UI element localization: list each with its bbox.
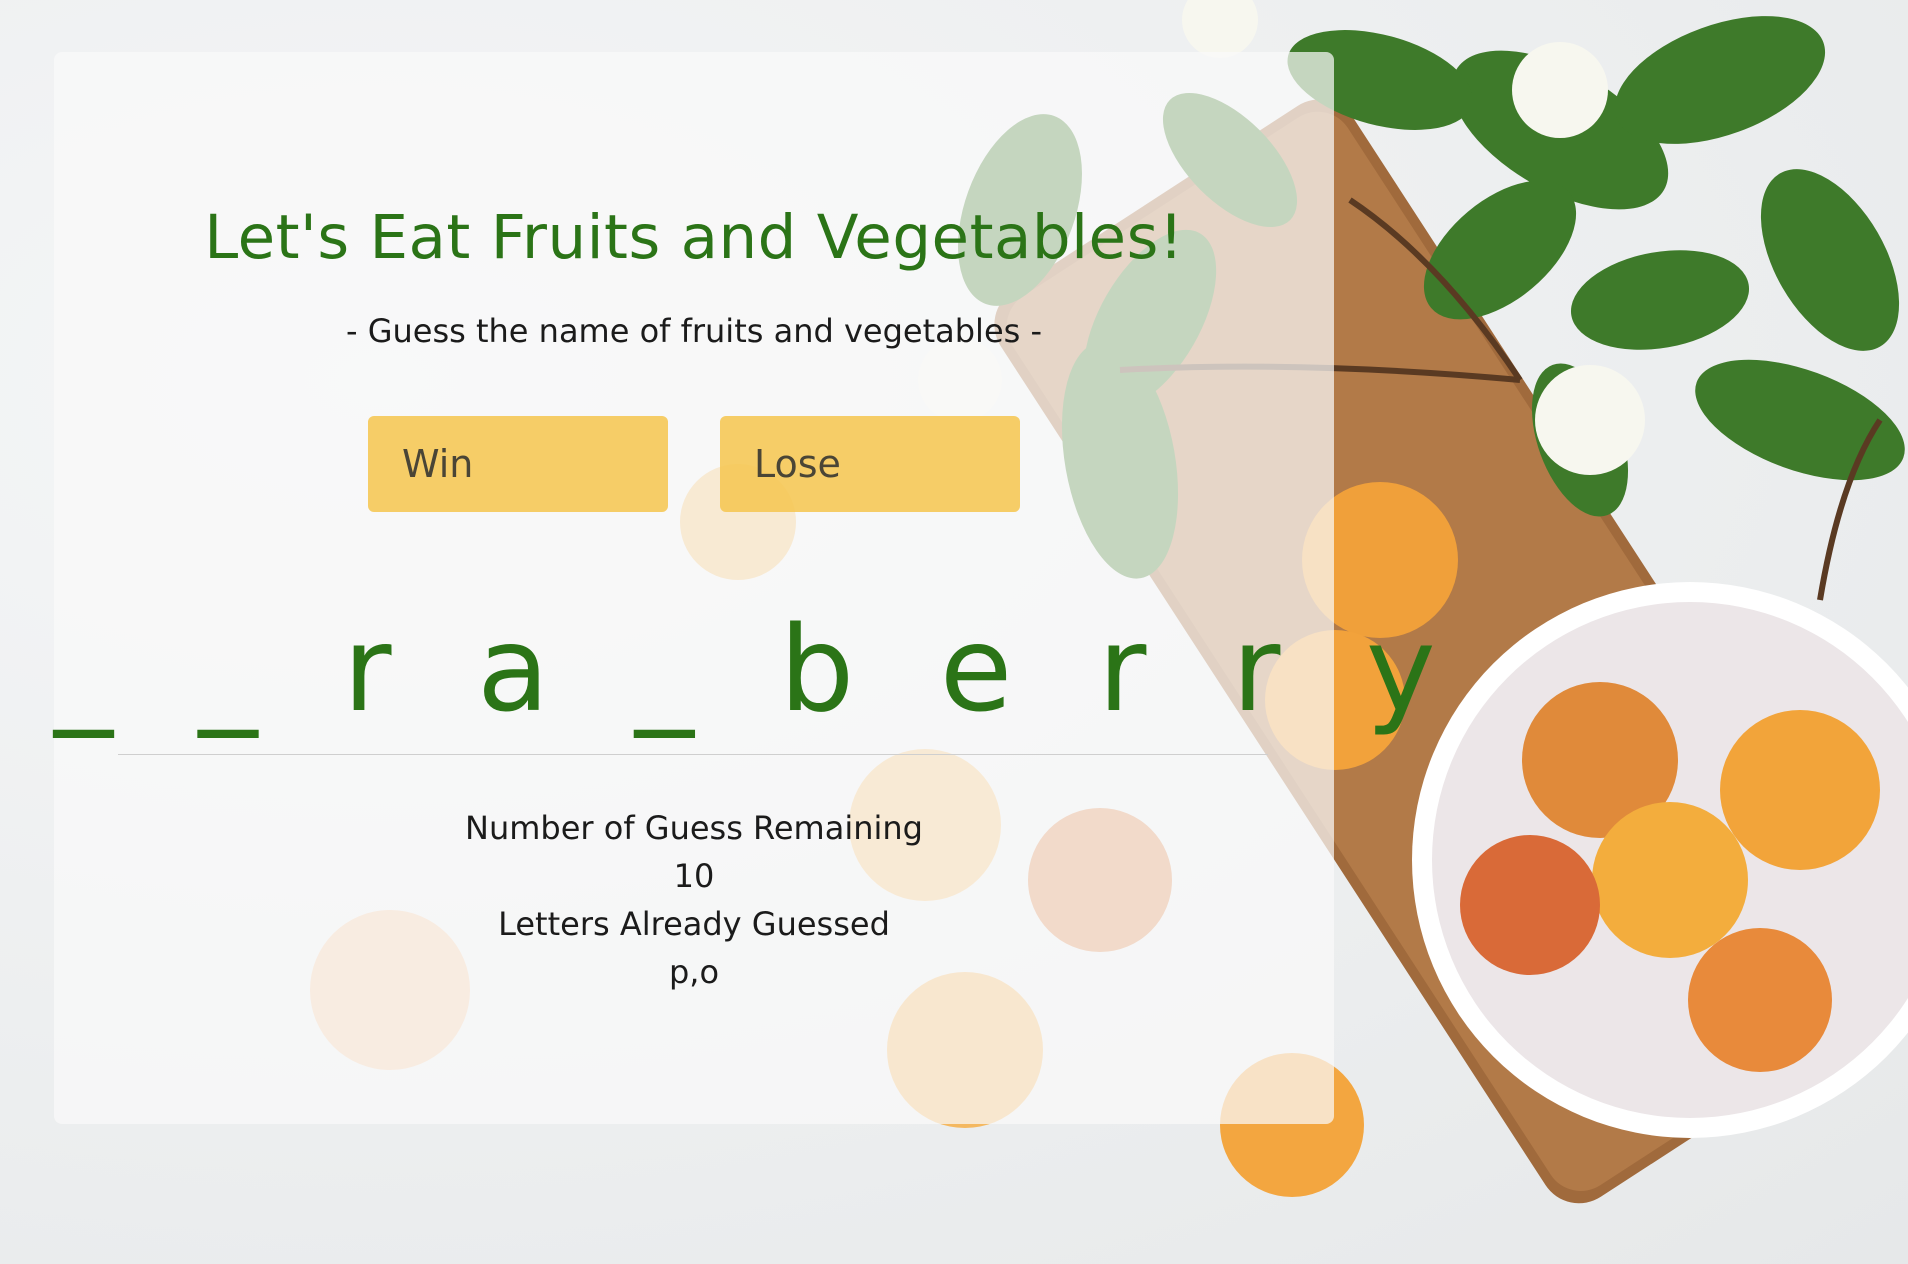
- win-counter: Win: [368, 416, 668, 512]
- guesses-remaining-label: Number of Guess Remaining: [465, 809, 923, 847]
- letters-guessed-value: p,o: [668, 953, 720, 991]
- lose-counter: Lose: [720, 416, 1020, 512]
- letters-guessed-label: Letters Already Guessed: [498, 905, 890, 943]
- game-subtitle: - Guess the name of fruits and vegetable…: [345, 312, 1043, 350]
- divider: [118, 754, 1268, 755]
- game-card: Let's Eat Fruits and Vegetables! - Guess…: [54, 52, 1460, 1124]
- word-display: _ _ r a _ b e r r y: [54, 600, 1460, 738]
- guesses-remaining-value: 10: [673, 857, 715, 895]
- game-title: Let's Eat Fruits and Vegetables!: [204, 202, 1184, 273]
